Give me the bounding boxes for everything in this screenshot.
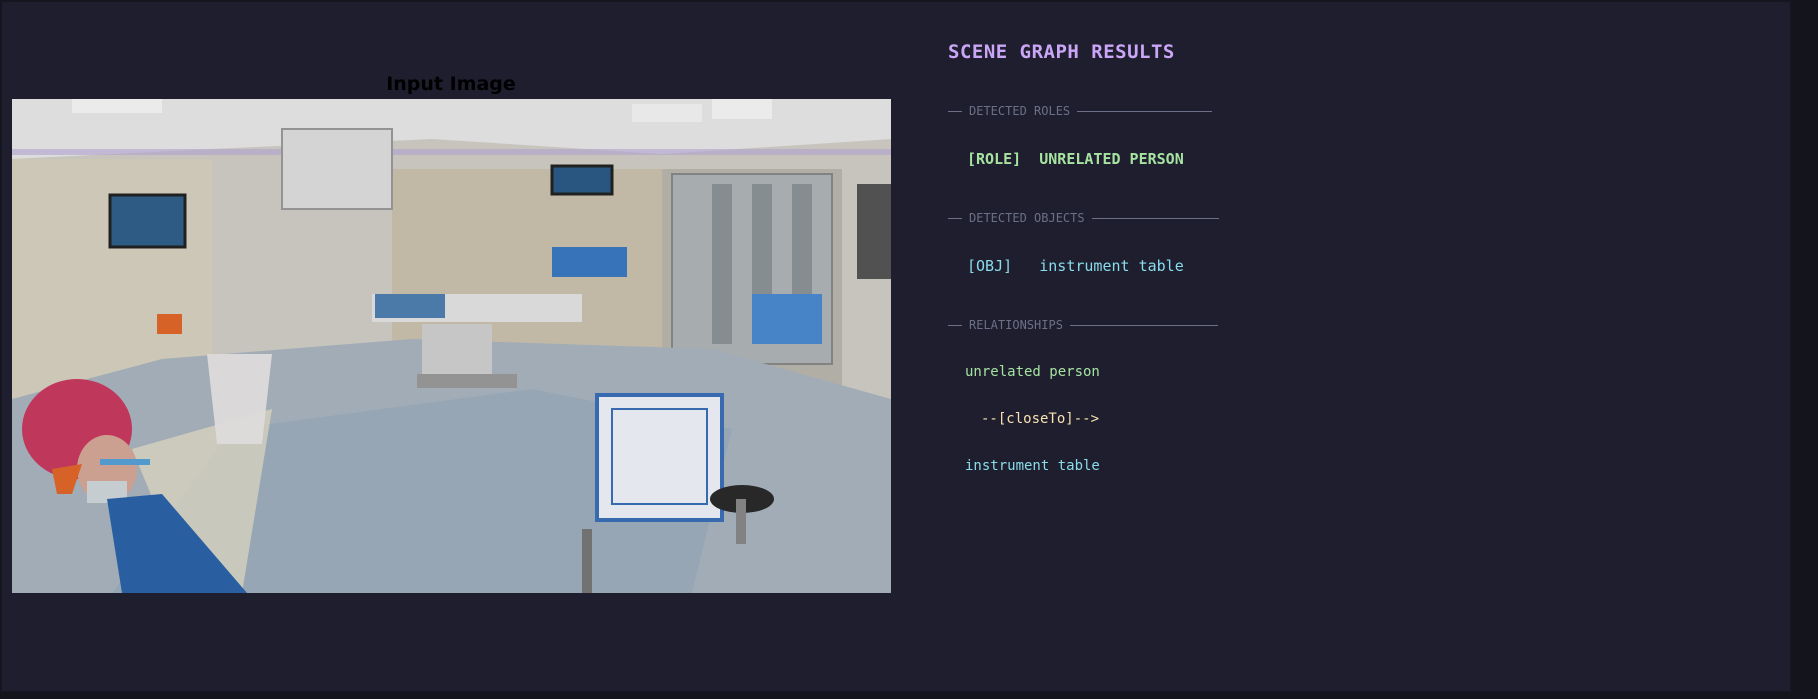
section-rule-left: [948, 217, 962, 219]
window-edge-bottom: [0, 693, 1818, 699]
section-label: DETECTED ROLES: [969, 104, 1071, 118]
object-tag: [OBJ]: [967, 257, 1013, 275]
section-label: DETECTED OBJECTS: [969, 211, 1085, 225]
role-name: UNRELATED PERSON: [1039, 150, 1184, 168]
section-relationships: RELATIONSHIPS: [948, 318, 1218, 332]
section-rule-left: [948, 110, 962, 112]
section-detected-roles: DETECTED ROLES: [948, 104, 1213, 118]
section-label: RELATIONSHIPS: [969, 318, 1063, 332]
relationship-object: instrument table: [965, 458, 1100, 474]
role-entry: [ROLE] UNRELATED PERSON: [967, 150, 1184, 168]
object-entry: [OBJ] instrument table: [967, 257, 1184, 275]
section-rule-left: [948, 324, 962, 326]
section-rule-right: [1091, 217, 1219, 219]
results-heading: SCENE GRAPH RESULTS: [948, 41, 1175, 63]
role-tag: [ROLE]: [967, 150, 1022, 168]
relationship-predicate: --[closeTo]-->: [981, 411, 1100, 427]
window-edge: [1792, 0, 1818, 699]
relationship-subject: unrelated person: [965, 364, 1100, 380]
section-rule-right: [1077, 110, 1213, 112]
input-image: [12, 99, 891, 593]
input-image-title: Input Image: [386, 73, 516, 95]
object-name: instrument table: [1039, 257, 1184, 275]
section-detected-objects: DETECTED OBJECTS: [948, 211, 1219, 225]
section-rule-right: [1069, 324, 1218, 326]
